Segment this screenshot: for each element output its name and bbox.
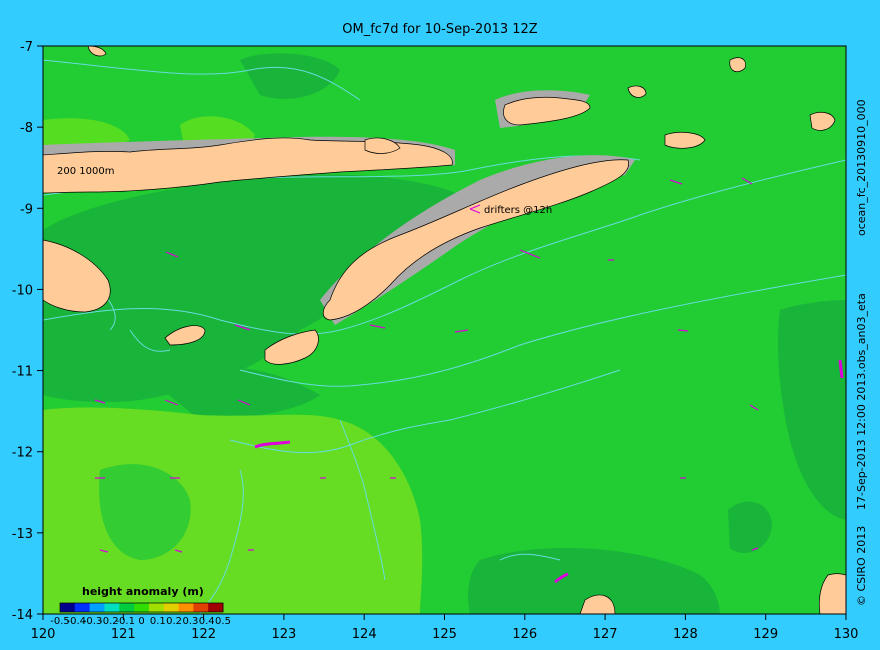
x-tick-label: 120 <box>31 627 56 642</box>
y-tick-label: -14 <box>12 608 33 623</box>
y-tick-label: -7 <box>20 40 33 55</box>
legend-swatch <box>89 603 105 612</box>
y-axis: -7 -8 -9 -10 -11 -12 -13 -14 <box>12 40 43 623</box>
y-tick-label: -11 <box>12 365 33 380</box>
legend-swatch <box>74 603 91 612</box>
legend-swatch <box>178 603 194 612</box>
x-tick-label: 127 <box>593 627 618 642</box>
legend-tick-label: -0.1 <box>115 616 135 627</box>
x-tick-label: 122 <box>191 627 216 642</box>
x-tick-label: 128 <box>673 627 698 642</box>
legend-tick-label: 0.5 <box>215 616 231 627</box>
x-tick-label: 130 <box>834 627 859 642</box>
legend-title: height anomaly (m) <box>82 585 204 598</box>
x-tick-label: 126 <box>512 627 537 642</box>
product-label: 17-Sep-2013 12:00 2013.obs_an03_eta <box>855 293 868 510</box>
contour-depth-label: 200 1000m <box>57 166 114 177</box>
x-tick-label: 123 <box>271 627 296 642</box>
legend-tick-label: 0.3 <box>182 616 198 627</box>
y-tick-label: -13 <box>12 527 33 542</box>
legend-tick-label: 0.2 <box>166 616 182 627</box>
y-tick-label: -12 <box>12 446 33 461</box>
map-canvas[interactable]: 200 1000m drifters @12h 120 121 122 123 124 1… <box>0 0 880 650</box>
legend-tick-label: 0.1 <box>150 616 166 627</box>
legend-swatch <box>134 603 150 612</box>
shallow-region-sw <box>43 407 423 614</box>
x-tick-label: 121 <box>111 627 136 642</box>
x-tick-label: 129 <box>753 627 778 642</box>
legend-swatch <box>193 603 209 612</box>
x-tick-label: 125 <box>432 627 457 642</box>
legend-tick-label: 0.4 <box>199 616 215 627</box>
legend-swatch <box>60 603 76 612</box>
copyright-label: © CSIRO 2013 <box>855 525 868 606</box>
run-label: ocean_fc_20130910_000 <box>855 99 868 236</box>
y-tick-label: -8 <box>20 121 33 136</box>
legend-swatch <box>163 603 180 612</box>
y-tick-label: -9 <box>20 202 33 217</box>
drifters-label: drifters @12h <box>484 205 552 216</box>
y-tick-label: -10 <box>12 283 33 298</box>
legend-swatch <box>148 603 165 612</box>
legend-swatch <box>119 603 135 612</box>
legend-swatch <box>104 603 120 612</box>
island-ne-2 <box>729 57 746 73</box>
legend-swatch <box>208 603 224 612</box>
x-tick-label: 124 <box>352 627 377 642</box>
legend-tick-label: 0 <box>138 616 144 627</box>
